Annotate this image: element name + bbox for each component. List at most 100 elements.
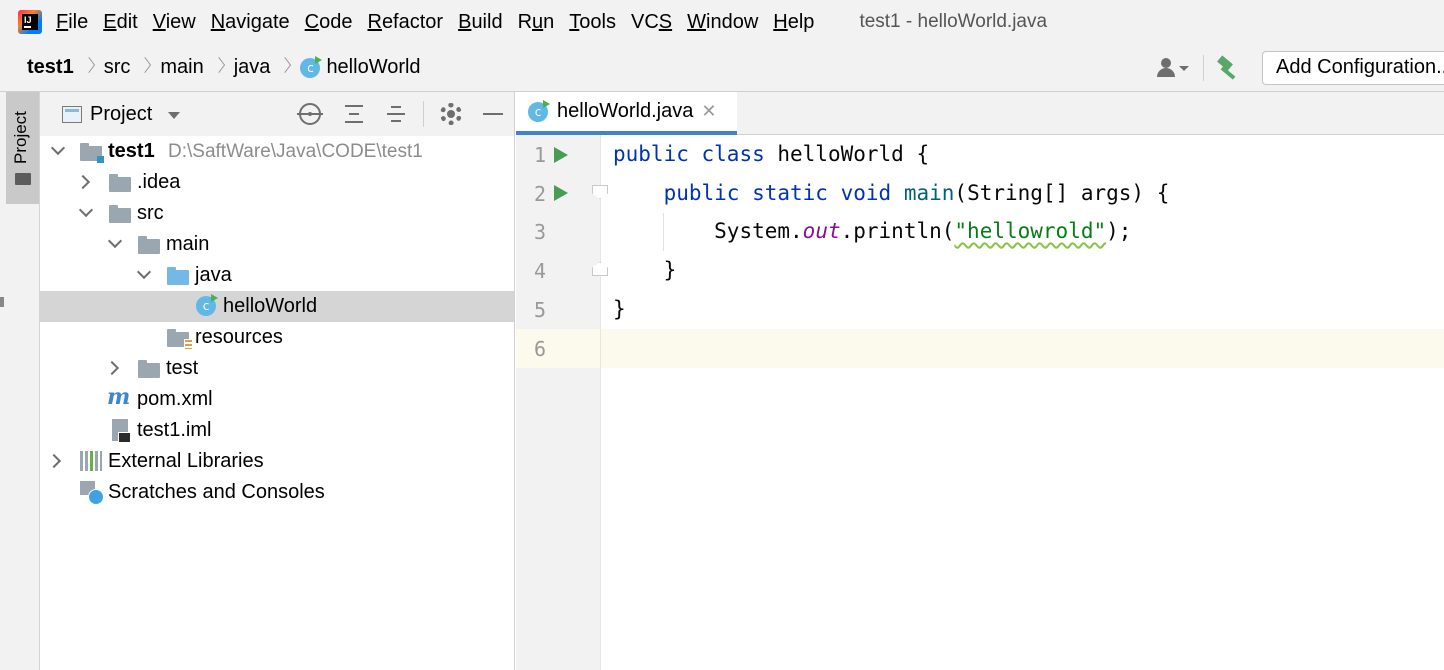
- keyword: void: [840, 181, 892, 205]
- maven-icon: m: [107, 384, 131, 410]
- keyword: class: [701, 142, 765, 166]
- menu-view[interactable]: View: [153, 11, 196, 34]
- tree-item-external-libraries[interactable]: External Libraries: [40, 446, 514, 477]
- tree-item-helloworld-content[interactable]: c helloWorld: [40, 291, 514, 322]
- java-class-icon: c: [196, 294, 218, 316]
- expand-all-icon[interactable]: [343, 103, 365, 125]
- chevron-right-icon[interactable]: [46, 453, 62, 469]
- code-line-4: }: [613, 258, 677, 282]
- keyword: public: [613, 142, 689, 166]
- build-hammer-icon[interactable]: [1216, 55, 1242, 81]
- menu-window[interactable]: Window: [687, 11, 758, 34]
- menu-file[interactable]: File: [56, 11, 88, 34]
- code-text: System.: [714, 219, 803, 243]
- run-class-icon[interactable]: [554, 147, 568, 163]
- chevron-down-icon[interactable]: [78, 202, 94, 218]
- project-tool-tab-label: Project: [11, 111, 30, 164]
- tree-item-label: helloWorld: [223, 295, 318, 317]
- tree-item-java[interactable]: java: [40, 260, 514, 291]
- tree-item-label: src: [137, 202, 164, 224]
- line-number: 5: [533, 298, 546, 322]
- folder-icon: [138, 236, 160, 254]
- closing-brace: }: [663, 258, 677, 282]
- breadcrumb-java[interactable]: java: [234, 56, 271, 79]
- folder-icon: [109, 205, 131, 223]
- gear-icon[interactable]: [440, 103, 462, 125]
- folder-icon: [138, 360, 160, 378]
- chevron-right-icon[interactable]: [75, 174, 91, 190]
- project-view-icon: [62, 105, 82, 123]
- project-tool-tab[interactable]: Project: [6, 92, 39, 204]
- run-main-icon[interactable]: [554, 185, 568, 201]
- breadcrumb-helloworld[interactable]: c helloWorld: [300, 55, 421, 79]
- tree-item-label: Scratches and Consoles: [108, 481, 325, 503]
- code-line-3: System.out.println("hellowrold");: [613, 219, 1131, 243]
- tree-item-label: resources: [195, 326, 283, 348]
- add-configuration-button[interactable]: Add Configuration...: [1262, 51, 1444, 85]
- tree-item-main[interactable]: main: [40, 229, 514, 260]
- tree-item-label: pom.xml: [137, 388, 213, 410]
- menu-vcs[interactable]: VCS: [631, 11, 672, 34]
- panel-header-divider: [423, 101, 424, 127]
- menu-build[interactable]: Build: [458, 11, 502, 34]
- project-panel-header: Project: [40, 92, 514, 136]
- tab-helloworld-java[interactable]: c helloWorld.java ✕: [516, 92, 737, 135]
- line-number: 2: [533, 182, 546, 206]
- tree-item-scratches[interactable]: Scratches and Consoles: [40, 477, 514, 508]
- project-panel: Project test1 D:\SaftWare\Java\CODE\test…: [40, 92, 515, 670]
- menu-navigate[interactable]: Navigate: [211, 11, 290, 34]
- java-class-icon: c: [300, 55, 323, 78]
- code-line-5: }: [613, 297, 626, 321]
- tree-item-idea[interactable]: .idea: [40, 167, 514, 198]
- tree-item-label: test: [166, 357, 199, 379]
- breadcrumb-separator: [84, 57, 94, 79]
- chevron-right-icon[interactable]: [104, 360, 120, 376]
- closing-brace: }: [613, 297, 626, 321]
- current-line-highlight: [516, 329, 1444, 368]
- menu-run[interactable]: Run: [518, 11, 555, 34]
- library-icon: [80, 451, 102, 471]
- window-title: test1 - helloWorld.java: [859, 11, 1048, 32]
- chevron-down-icon[interactable]: [136, 264, 152, 280]
- breadcrumb-main[interactable]: main: [160, 56, 203, 79]
- line-number: 4: [533, 259, 546, 283]
- close-icon[interactable]: ✕: [701, 101, 716, 122]
- breadcrumb-separator: [280, 57, 290, 79]
- chevron-down-icon[interactable]: [50, 140, 66, 156]
- hide-panel-icon[interactable]: [482, 103, 504, 125]
- toolbar-divider: [1203, 55, 1204, 81]
- keyword: static: [752, 181, 828, 205]
- method-name: main: [903, 181, 955, 205]
- tree-item-pom[interactable]: m pom.xml: [40, 384, 514, 415]
- java-class-icon: c: [528, 99, 550, 122]
- menu-code[interactable]: Code: [305, 11, 353, 34]
- tree-item-test[interactable]: test: [40, 353, 514, 384]
- user-dropdown-icon[interactable]: [1155, 56, 1189, 80]
- code-editor[interactable]: [601, 135, 1444, 670]
- menu-help[interactable]: Help: [773, 11, 814, 34]
- tree-item-test1[interactable]: test1 D:\SaftWare\Java\CODE\test1: [40, 136, 514, 167]
- tree-item-label: .idea: [137, 171, 181, 193]
- breadcrumb-project[interactable]: test1: [27, 56, 74, 79]
- locate-file-icon[interactable]: [297, 103, 323, 125]
- menu-tools[interactable]: Tools: [569, 11, 616, 34]
- tree-item-resources[interactable]: resources: [40, 322, 514, 353]
- menu-refactor[interactable]: Refactor: [367, 11, 443, 34]
- method-params: (String[] args) {: [954, 181, 1170, 205]
- line-number: 3: [533, 220, 546, 244]
- menu-edit[interactable]: Edit: [103, 11, 137, 34]
- tree-item-src[interactable]: src: [40, 198, 514, 229]
- breadcrumb-src[interactable]: src: [104, 56, 131, 79]
- string-literal: "hellowrold": [954, 219, 1107, 243]
- tree-item-label: test1.iml: [137, 419, 212, 441]
- static-field: out: [802, 219, 841, 243]
- tree-item-label: test1: [108, 140, 155, 162]
- chevron-down-icon[interactable]: [107, 233, 123, 249]
- chevron-down-icon[interactable]: [168, 112, 181, 119]
- line-number: 1: [533, 143, 546, 167]
- resources-folder-icon: [167, 329, 193, 350]
- tree-item-iml[interactable]: test1.iml: [40, 415, 514, 446]
- project-panel-title[interactable]: Project: [90, 103, 152, 126]
- tree-item-label: main: [166, 233, 210, 255]
- collapse-all-icon[interactable]: [385, 103, 407, 125]
